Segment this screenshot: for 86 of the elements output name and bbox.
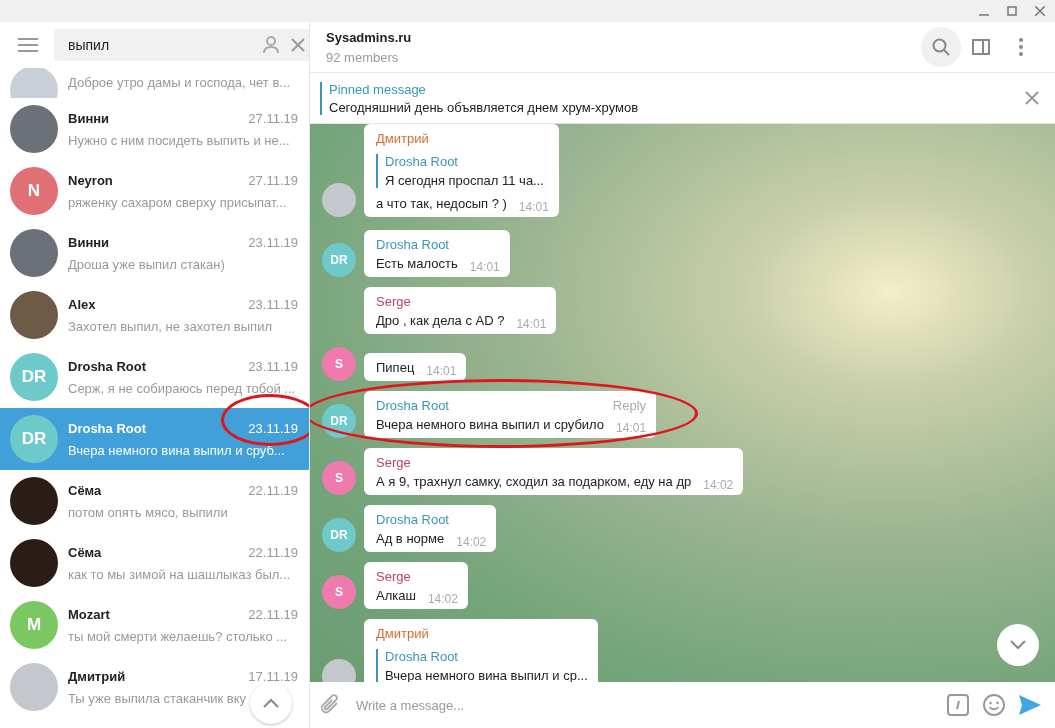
chat-preview: потом опять мясо, выпили <box>68 504 228 520</box>
side-panel-icon <box>972 39 990 55</box>
message-text: А я 9, трахнул самку, сходил за подарком, еду на др <box>376 474 692 489</box>
sender-name: Serge <box>376 294 411 309</box>
message-text: Дро , как дела с AD ? <box>376 313 505 328</box>
chat-date: 22.11.19 <box>248 544 298 560</box>
search-button[interactable] <box>921 27 961 67</box>
avatar: DR <box>10 415 58 463</box>
chat-date: 22.11.19 <box>248 606 298 622</box>
message-text: Есть малость <box>376 256 458 271</box>
chat-preview: Доброе утро дамы и господа, чет в... <box>68 75 291 90</box>
quoted-name: Drosha Root <box>385 154 459 169</box>
message-text: а что так, недосып ? ) <box>376 196 507 211</box>
message-text: Ад в норме <box>376 531 445 546</box>
chat-name: Drosha Root <box>68 420 146 436</box>
chat-date: 27.11.19 <box>248 110 298 126</box>
chat-preview: Вчера немного вина выпил и сруб... <box>68 442 285 458</box>
member-count: 92 members <box>326 49 400 65</box>
chat-name: Drosha Root <box>68 358 146 374</box>
search-input[interactable]: выпил <box>66 36 251 54</box>
chat-preview: Дроша уже выпил стакан) <box>68 256 225 272</box>
message-time: 14:01 <box>518 200 549 214</box>
search-bar[interactable]: выпил <box>54 29 309 61</box>
chat-preview: ты мой смерти желаешь? столько ... <box>68 628 288 644</box>
sender-name: Дмитрий <box>376 131 429 146</box>
sender-name: Serge <box>376 455 411 470</box>
maximize-icon[interactable] <box>1007 6 1017 16</box>
quoted-text: Вчера немного вина выпил и ср... <box>385 668 588 682</box>
quoted-reply[interactable]: Drosha Root Я сегодня проспал 11 ча... <box>376 154 549 188</box>
pinned-label: Pinned message <box>329 81 427 97</box>
chat-preview: Нужно с ним посидеть выпить и не... <box>68 132 290 148</box>
quoted-text: Я сегодня проспал 11 ча... <box>385 173 545 188</box>
message-time: 14:01 <box>469 260 500 274</box>
chat-name: Винни <box>68 234 110 250</box>
avatar: DR <box>10 353 58 401</box>
sender-name: Drosha Root <box>376 398 449 413</box>
attach-icon[interactable] <box>320 694 340 716</box>
chat-date: 23.11.19 <box>248 358 298 374</box>
chat-name: Сёма <box>68 544 102 560</box>
menu-icon[interactable] <box>18 38 38 52</box>
message-time: 14:01 <box>516 317 547 331</box>
chat-date: 23.11.19 <box>248 420 298 436</box>
clear-search-icon[interactable] <box>291 38 305 52</box>
close-icon[interactable] <box>1025 91 1039 105</box>
close-icon[interactable] <box>1035 6 1045 16</box>
chat-date: 22.11.19 <box>248 482 298 498</box>
chat-date: 23.11.19 <box>248 234 298 250</box>
message-text: Пипец <box>376 360 415 375</box>
chat-date: 23.11.19 <box>248 296 298 312</box>
chat-title: Sysadmins.ru <box>326 29 413 45</box>
chat-date: 27.11.19 <box>248 172 298 188</box>
chat-date: 17.11.19 <box>248 668 298 684</box>
quoted-name: Drosha Root <box>385 649 459 664</box>
sender-name: Serge <box>376 569 411 584</box>
search-icon <box>932 38 950 56</box>
chat-name: Alex <box>68 296 96 312</box>
chevron-down-icon <box>1010 640 1026 650</box>
sender-name: Drosha Root <box>376 512 449 527</box>
message-time: 14:01 <box>426 364 457 378</box>
command-icon[interactable] <box>947 694 969 716</box>
message-time: 14:01 <box>616 421 647 435</box>
chat-name: Дмитрий <box>68 668 126 684</box>
sender-name: Drosha Root <box>376 237 449 252</box>
send-icon[interactable] <box>1019 695 1041 715</box>
chat-preview: как то мы зимой на шашлыказ был... <box>68 566 291 582</box>
message-time: 14:02 <box>703 478 734 492</box>
message-text: Вчера немного вина выпил и срубило <box>376 417 605 432</box>
chat-preview: ряженку сахаром сверху присыпат... <box>68 194 287 210</box>
chat-name: Винни <box>68 110 110 126</box>
avatar: M <box>10 601 58 649</box>
pinned-text: Сегодняшний день объявляется днем хрум-хрумов <box>329 99 640 115</box>
emoji-icon[interactable] <box>983 694 1005 716</box>
chat-preview: Серж, я не собираюсь перед тобой ... <box>68 380 296 396</box>
message-text: Алкаш <box>376 588 416 603</box>
more-icon <box>1019 38 1023 56</box>
chat-preview: Захотел выпил, не захотел выпил <box>68 318 272 334</box>
chat-name: Mozart <box>68 606 110 622</box>
message-time: 14:02 <box>427 592 458 606</box>
message-time: 14:02 <box>456 535 487 549</box>
avatar: N <box>10 167 58 215</box>
sender-name: Дмитрий <box>376 626 429 641</box>
person-icon[interactable] <box>263 36 279 54</box>
chat-name: Neyron <box>68 172 113 188</box>
chevron-up-icon <box>263 698 279 708</box>
chat-preview: Ты уже выпила стаканчик вку <box>68 690 246 706</box>
chat-name: Сёма <box>68 482 102 498</box>
